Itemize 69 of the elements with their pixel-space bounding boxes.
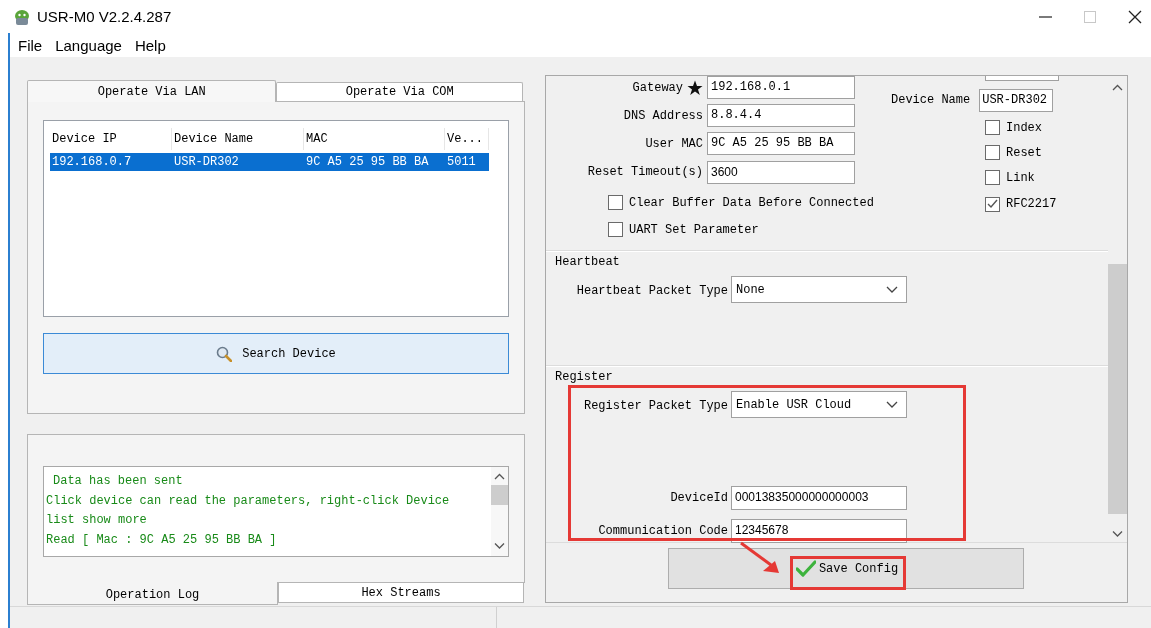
field-label: Heartbeat Packet Type xyxy=(576,283,728,298)
log-line: Data has been sent xyxy=(52,473,184,490)
chevron-down-icon[interactable] xyxy=(1112,530,1123,538)
input-field[interactable]: 9C A5 25 95 BB BA xyxy=(707,132,855,155)
menu-item[interactable]: Help xyxy=(134,36,166,54)
tab[interactable]: Hex Streams xyxy=(278,583,524,603)
checkbox-label: Link xyxy=(1006,170,1035,185)
log-line: Click device can read the parameters, right-click Device list show more xyxy=(46,492,451,529)
column-header[interactable]: Device IP xyxy=(50,128,172,150)
field-label: Device Name xyxy=(891,93,971,107)
field-label: Communication Code xyxy=(598,523,728,538)
search-button[interactable]: Search Device xyxy=(43,333,509,374)
table-cell-text: USR-DR302 xyxy=(173,155,240,169)
field-label: Register Packet Type xyxy=(583,398,728,413)
field-label: Reset Timeout(s) xyxy=(587,165,703,179)
input-field[interactable]: 00013835000000000003 xyxy=(731,485,907,510)
table-row[interactable]: 192.168.0.7 USR-DR302 9C A5 25 95 BB BA 5011 xyxy=(50,153,489,171)
column-header[interactable]: Ve... xyxy=(445,128,489,150)
group-title: Heartbeat xyxy=(555,255,621,269)
input-field[interactable] xyxy=(985,76,1059,81)
checkbox-label: Index xyxy=(1006,120,1042,135)
arrow-icon xyxy=(739,541,781,575)
chevron-down-icon xyxy=(886,286,898,293)
checkbox[interactable] xyxy=(985,196,1000,212)
table-cell-text: 192.168.0.7 xyxy=(51,155,133,169)
field-label: User MAC xyxy=(645,136,703,151)
chevron-down-icon xyxy=(886,401,898,408)
checkbox-label: Clear Buffer Data Before Connected xyxy=(629,195,874,210)
save-button[interactable]: Save Config xyxy=(668,548,1024,589)
menu-item[interactable]: Language xyxy=(55,36,122,54)
checkbox[interactable] xyxy=(608,195,623,210)
column-header[interactable]: MAC xyxy=(304,128,445,150)
table-cell-text: 9C A5 25 95 BB BA xyxy=(305,155,430,169)
menu-item[interactable]: File xyxy=(18,36,43,54)
table-cell-text: 5011 xyxy=(446,155,477,169)
app-icon xyxy=(13,7,31,26)
dropdown[interactable]: None xyxy=(731,276,907,303)
chevron-up-icon[interactable] xyxy=(1112,84,1123,92)
window-title: USR-M0 V2.2.4.287 xyxy=(37,8,172,25)
input-field[interactable]: USR-DR302 xyxy=(979,88,1054,112)
group-title: Register xyxy=(555,370,614,384)
dropdown[interactable]: Enable USR Cloud xyxy=(731,391,907,418)
chevron-down-icon[interactable] xyxy=(494,542,505,550)
checkbox-label: Reset xyxy=(1006,145,1042,160)
dropdown-value: None xyxy=(736,282,765,297)
checkbox-label: RFC2217 xyxy=(1006,197,1057,211)
chevron-up-icon[interactable] xyxy=(494,473,505,481)
input-field[interactable]: 192.168.0.1 xyxy=(707,76,855,99)
input-field[interactable]: 3600 xyxy=(707,160,855,184)
check-icon xyxy=(795,560,816,577)
column-header[interactable]: Device Name xyxy=(172,128,304,150)
checkbox[interactable] xyxy=(985,145,1000,160)
scroll-thumb[interactable] xyxy=(1108,264,1127,514)
field-label: DNS Address xyxy=(623,108,703,123)
dropdown-value: Enable USR Cloud xyxy=(736,397,852,412)
checkbox[interactable] xyxy=(985,120,1000,135)
tab[interactable]: Operate Via COM xyxy=(276,82,523,101)
checkbox[interactable] xyxy=(985,170,1000,185)
log-line: Read [ Mac : 9C A5 25 95 BB BA ] xyxy=(46,531,278,549)
tab[interactable]: Operation Log xyxy=(27,582,278,605)
scroll-thumb[interactable] xyxy=(491,485,508,505)
field-label: DeviceId xyxy=(670,490,728,505)
input-field[interactable]: 8.8.4.4 xyxy=(707,104,855,127)
search-icon xyxy=(216,345,233,362)
tab[interactable]: Operate Via LAN xyxy=(27,80,277,102)
checkbox[interactable] xyxy=(608,222,623,237)
scrollbar[interactable] xyxy=(491,467,508,556)
field-label: Gateway xyxy=(632,80,683,95)
checkbox-label: UART Set Parameter xyxy=(629,222,759,237)
